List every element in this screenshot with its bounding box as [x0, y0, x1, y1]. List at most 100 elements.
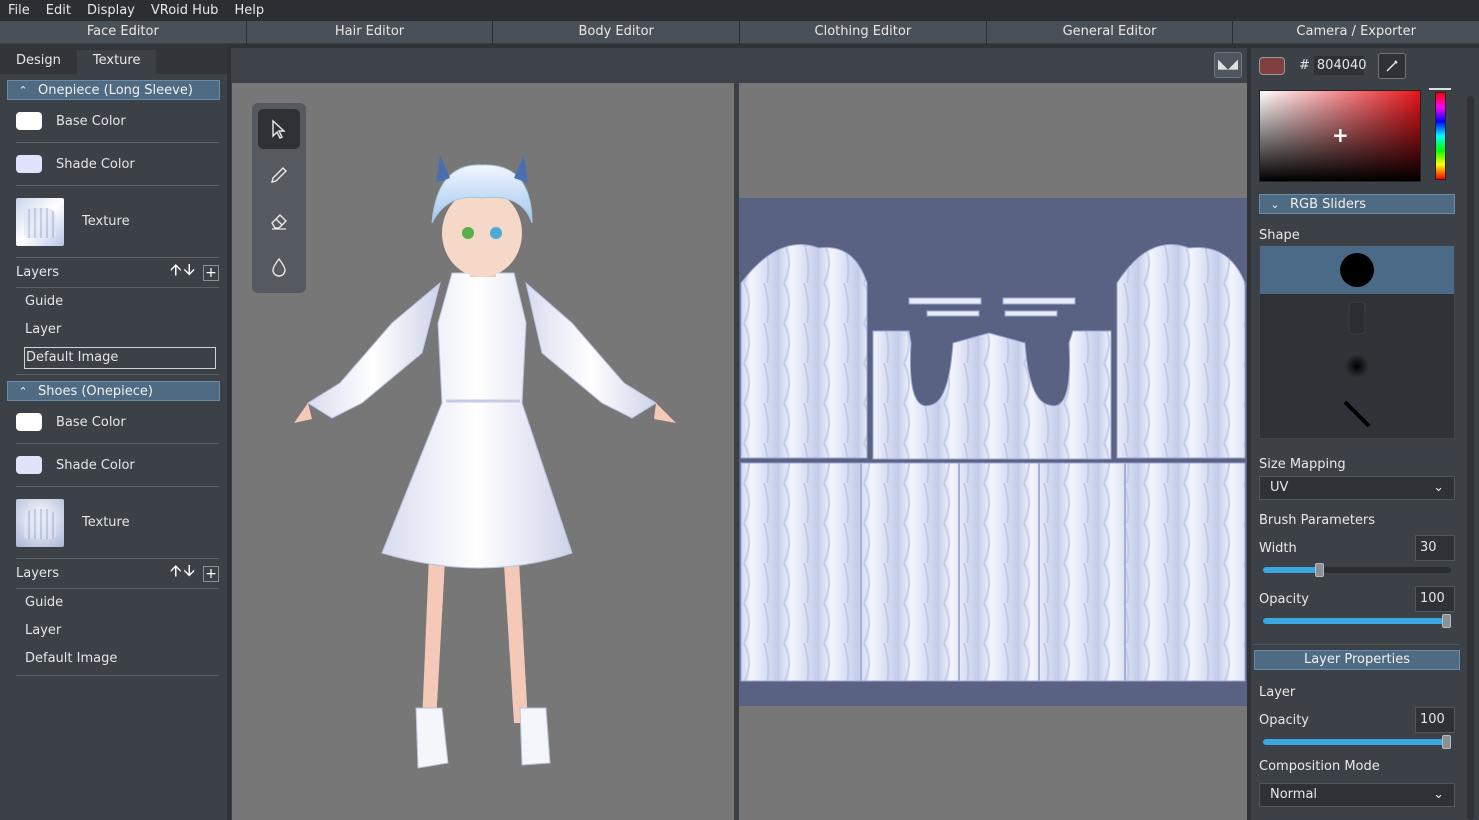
shade-color-row[interactable]: Shade Color	[16, 143, 219, 186]
hex-prefix: #	[1299, 58, 1310, 73]
saturation-value-picker[interactable]: +	[1259, 90, 1421, 182]
composition-mode-label: Composition Mode	[1259, 759, 1380, 774]
divider	[1254, 644, 1460, 645]
move-up-icon[interactable]: 🡩	[170, 560, 182, 587]
uv-texture-view[interactable]	[739, 83, 1247, 820]
tab-hair-editor[interactable]: Hair Editor	[246, 21, 493, 44]
move-down-icon[interactable]: 🡫	[184, 259, 196, 286]
menu-vroid-hub[interactable]: VRoid Hub	[143, 3, 227, 18]
section-header-onepiece[interactable]: ⌃ Onepiece (Long Sleeve)	[7, 80, 220, 100]
brush-parameters-label: Brush Parameters	[1259, 513, 1376, 528]
eyedropper-icon	[1386, 59, 1398, 71]
texture-thumbnail[interactable]	[16, 498, 64, 547]
subtab-design[interactable]: Design	[0, 50, 77, 74]
layers-header: Layers 🡩 🡫 +	[16, 258, 219, 288]
shade-color-row[interactable]: Shade Color	[16, 444, 219, 487]
divider	[16, 372, 219, 375]
rgb-sliders-header[interactable]: ⌄ RGB Sliders	[1259, 194, 1455, 214]
opacity-input[interactable]: 100	[1415, 586, 1455, 612]
layers-label: Layers	[16, 566, 60, 581]
shade-color-swatch[interactable]	[16, 155, 42, 173]
chevron-down-icon: ⌄	[1433, 480, 1444, 495]
shape-label: Shape	[1259, 228, 1300, 243]
width-slider[interactable]	[1263, 563, 1451, 577]
size-mapping-dropdown[interactable]: UV ⌄	[1259, 476, 1455, 500]
editor-tabs: Face Editor Hair Editor Body Editor Clot…	[0, 21, 1479, 44]
divider	[16, 673, 219, 676]
width-slider-handle[interactable]	[1315, 563, 1325, 577]
menu-file[interactable]: File	[0, 3, 38, 18]
layer-item-default-image[interactable]: Default Image	[24, 347, 216, 369]
brush-shape-hard-round[interactable]	[1260, 246, 1454, 294]
shade-color-label: Shade Color	[56, 457, 135, 473]
center-area: ◣◢	[231, 48, 1247, 820]
subtabs: Design Texture	[0, 44, 227, 74]
subtab-texture[interactable]: Texture	[76, 50, 157, 74]
layer-opacity-slider-fill	[1263, 739, 1451, 745]
width-input[interactable]: 30	[1415, 535, 1455, 561]
layers-label: Layers	[16, 265, 60, 280]
base-color-label: Base Color	[56, 113, 126, 129]
base-color-row[interactable]: Base Color	[16, 100, 219, 143]
composition-mode-dropdown[interactable]: Normal ⌄	[1259, 783, 1455, 807]
hex-input[interactable]: 804040	[1313, 56, 1367, 75]
base-color-swatch[interactable]	[16, 413, 42, 431]
opacity-slider[interactable]	[1263, 614, 1451, 628]
section-title: Shoes (Onepiece)	[38, 383, 153, 399]
layer-item-layer[interactable]: Layer	[25, 316, 216, 344]
tab-body-editor[interactable]: Body Editor	[493, 21, 740, 44]
opacity-label: Opacity	[1259, 592, 1310, 607]
menu-help[interactable]: Help	[226, 3, 272, 18]
brush-shape-soft-round[interactable]	[1260, 342, 1454, 390]
eyedropper-button[interactable]	[1377, 52, 1406, 79]
base-color-row[interactable]: Base Color	[16, 401, 219, 444]
layer-properties-header[interactable]: Layer Properties	[1254, 650, 1460, 670]
brush-shape-texture[interactable]	[1260, 294, 1454, 342]
layer-label: Layer	[1259, 685, 1296, 700]
panel-scrollbar[interactable]	[1467, 96, 1474, 820]
shade-color-swatch[interactable]	[16, 456, 42, 474]
avatar-model[interactable]	[232, 83, 734, 820]
texture-brush-icon	[1348, 301, 1366, 335]
layer-opacity-slider[interactable]	[1263, 735, 1451, 749]
shade-color-label: Shade Color	[56, 156, 135, 172]
layer-item-layer[interactable]: Layer	[25, 617, 216, 645]
opacity-slider-handle[interactable]	[1442, 614, 1451, 628]
brush-shape-list	[1259, 245, 1455, 439]
section-header-shoes[interactable]: ⌃ Shoes (Onepiece)	[7, 381, 220, 401]
size-mapping-value: UV	[1270, 480, 1289, 495]
move-down-icon[interactable]: 🡫	[184, 560, 196, 587]
base-color-swatch[interactable]	[16, 112, 42, 130]
view-toolbar: ◣◢	[231, 48, 1247, 83]
layer-item-guide[interactable]: Guide	[25, 288, 216, 316]
add-layer-icon[interactable]: +	[203, 565, 219, 582]
tab-clothing-editor[interactable]: Clothing Editor	[740, 21, 986, 44]
add-layer-icon[interactable]: +	[203, 264, 219, 281]
current-color-swatch[interactable]	[1259, 56, 1285, 75]
3d-viewport[interactable]	[232, 83, 734, 820]
tab-general-editor[interactable]: General Editor	[986, 21, 1233, 44]
texture-row[interactable]: Texture	[16, 186, 219, 258]
tab-camera-exporter[interactable]: Camera / Exporter	[1233, 21, 1479, 44]
hue-slider[interactable]	[1435, 92, 1446, 180]
texture-thumbnail[interactable]	[16, 197, 64, 246]
layer-opacity-slider-handle[interactable]	[1442, 735, 1451, 749]
color-header: # 804040	[1251, 48, 1479, 83]
tab-face-editor[interactable]: Face Editor	[0, 21, 246, 44]
layer-opacity-input[interactable]: 100	[1415, 707, 1455, 733]
mirror-toggle-icon[interactable]: ◣◢	[1214, 52, 1242, 78]
brush-shape-line[interactable]	[1260, 390, 1454, 438]
texture-label: Texture	[82, 515, 130, 530]
menu-edit[interactable]: Edit	[38, 3, 79, 18]
chevron-down-icon: ⌄	[1270, 197, 1280, 211]
texture-row[interactable]: Texture	[16, 487, 219, 559]
uv-texture-canvas[interactable]	[739, 83, 1247, 820]
layers-header: Layers 🡩 🡫 +	[16, 559, 219, 589]
move-up-icon[interactable]: 🡩	[170, 259, 182, 286]
layer-item-default-image[interactable]: Default Image	[25, 645, 216, 673]
chevron-up-icon: ⌃	[18, 83, 28, 97]
menu-display[interactable]: Display	[79, 3, 143, 18]
layer-item-guide[interactable]: Guide	[25, 589, 216, 617]
hex-field: # 804040	[1299, 56, 1367, 75]
composition-mode-value: Normal	[1270, 787, 1318, 802]
